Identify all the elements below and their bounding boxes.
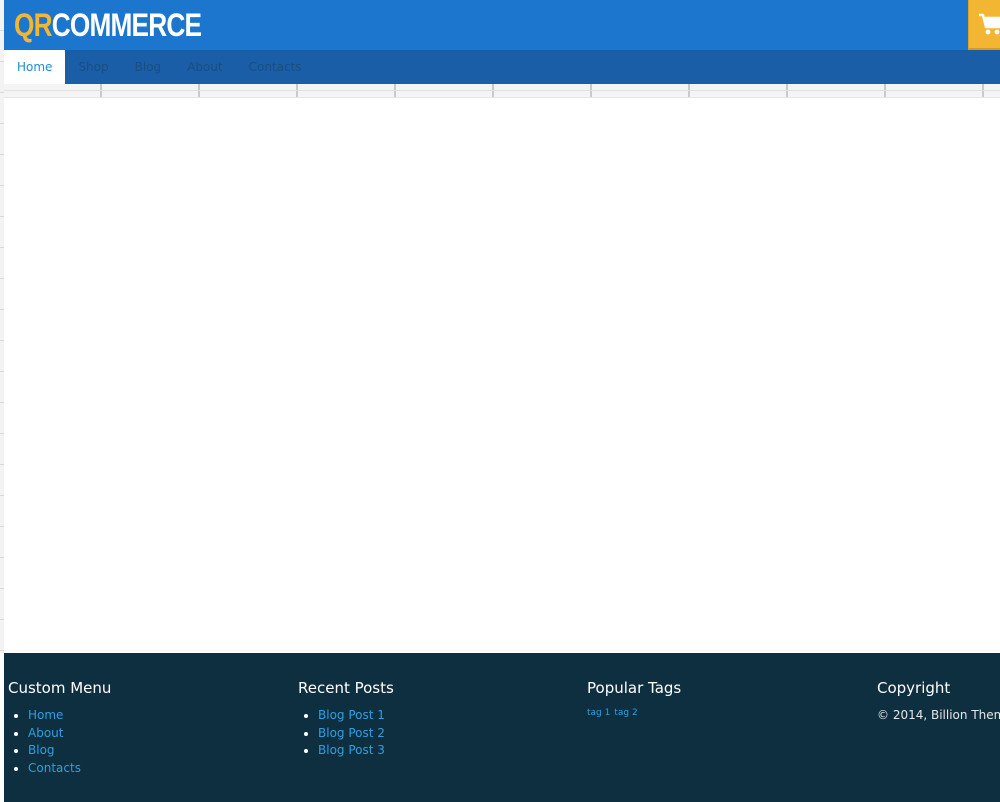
nav-item-about[interactable]: About	[174, 50, 235, 84]
nav-item-home[interactable]: Home	[4, 50, 66, 84]
copyright-title: Copyright	[877, 679, 951, 697]
list-item: About	[28, 725, 111, 743]
wall-texture-strip	[4, 84, 1000, 98]
footer-custom-menu: Custom Menu Home About Blog Contacts	[8, 679, 111, 777]
logo-accent: QR	[14, 7, 53, 43]
list-item: Blog	[28, 742, 111, 760]
custom-menu-title: Custom Menu	[8, 679, 112, 697]
list-item: Blog Post 3	[318, 742, 394, 760]
nav-list: Home Shop Blog About Contacts	[4, 50, 1000, 84]
site-logo[interactable]: QRCOMMERCE	[14, 6, 202, 44]
footer-link-blog[interactable]: Blog	[28, 743, 55, 757]
footer-link-contacts[interactable]: Contacts	[28, 761, 81, 775]
cart-button[interactable]	[968, 0, 1000, 50]
footer-copyright: Copyright © 2014, Billion Theme	[877, 679, 1000, 723]
footer-link-home[interactable]: Home	[28, 708, 63, 722]
list-item: Home	[28, 707, 111, 725]
recent-posts-title: Recent Posts	[298, 679, 394, 697]
site-footer: Custom Menu Home About Blog Contacts Rec…	[4, 653, 1000, 802]
blog-post-link-3[interactable]: Blog Post 3	[318, 743, 385, 757]
list-item: Blog Post 2	[318, 725, 394, 743]
recent-posts-list: Blog Post 1 Blog Post 2 Blog Post 3	[298, 707, 394, 760]
nav-item-shop[interactable]: Shop	[65, 50, 121, 84]
main-content	[4, 98, 1000, 653]
main-nav: Home Shop Blog About Contacts	[4, 50, 1000, 84]
list-item: Blog Post 1	[318, 707, 394, 725]
footer-link-about[interactable]: About	[28, 726, 63, 740]
nav-item-contacts[interactable]: Contacts	[236, 50, 315, 84]
nav-item-blog[interactable]: Blog	[122, 50, 175, 84]
blog-post-link-1[interactable]: Blog Post 1	[318, 708, 385, 722]
blog-post-link-2[interactable]: Blog Post 2	[318, 726, 385, 740]
list-item: Contacts	[28, 760, 111, 778]
footer-popular-tags: Popular Tags tag 1 tag 2	[587, 679, 681, 719]
footer-recent-posts: Recent Posts Blog Post 1 Blog Post 2 Blo…	[298, 679, 394, 760]
tag-link-1[interactable]: tag 1	[587, 708, 610, 718]
copyright-text: © 2014, Billion Theme	[877, 708, 1000, 722]
logo-text: COMMERCE	[51, 7, 202, 43]
site-header: QRCOMMERCE	[4, 0, 1000, 50]
popular-tags-title: Popular Tags	[587, 679, 682, 697]
tag-cloud: tag 1 tag 2	[587, 707, 681, 719]
tag-link-2[interactable]: tag 2	[614, 708, 637, 718]
custom-menu-list: Home About Blog Contacts	[8, 707, 111, 777]
